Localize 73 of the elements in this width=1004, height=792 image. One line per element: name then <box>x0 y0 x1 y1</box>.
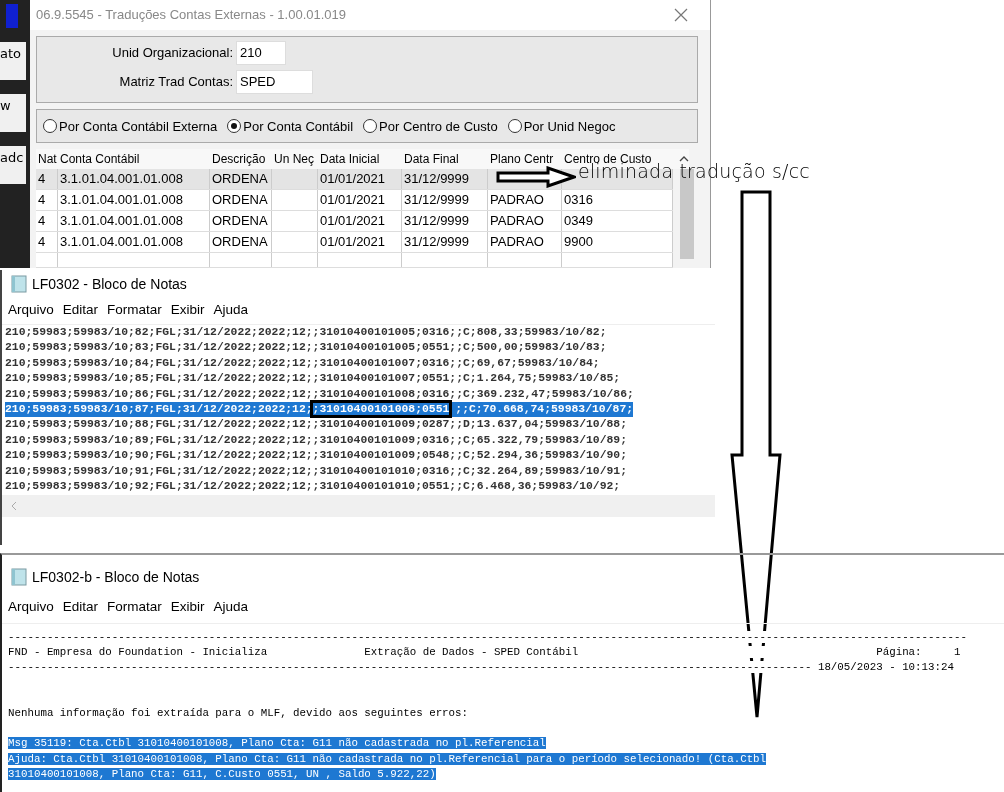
menu-item[interactable]: Ajuda <box>213 302 249 324</box>
column-header[interactable]: Descrição <box>210 149 272 169</box>
window-title: LF0302-b - Bloco de Notas <box>32 569 200 585</box>
text-line: 210;59983;59983/10;82;FGL;31/12/2022;2022;12;;31010400101005;0316;;C;808,33;59983/10/82; <box>5 325 607 340</box>
table-cell: 9900 <box>564 234 593 249</box>
table-cell: 0349 <box>564 213 593 228</box>
table-cell: PADRAO <box>490 192 544 207</box>
menu-item[interactable]: Formatar <box>107 302 162 324</box>
table-cell: 4 <box>38 234 46 249</box>
column-header[interactable]: Data Inicial <box>318 149 402 169</box>
input-field[interactable]: SPED <box>236 69 313 94</box>
text-line: 210;59983;59983/10;90;FGL;31/12/2022;2022;12;;31010400101009;0548;;C;52.294,36;59983/10/90; <box>5 448 628 464</box>
table-cell: 01/01/2021 <box>320 192 386 207</box>
column-header[interactable]: Data Final <box>402 149 488 169</box>
notepad-icon <box>10 275 28 293</box>
table-cell: 01/01/2021 <box>320 171 386 186</box>
radio-option[interactable]: Por Conta Contábil Externa <box>43 118 218 134</box>
column-header[interactable]: Nat <box>36 149 58 169</box>
text-line: 210;59983;59983/10;88;FGL;31/12/2022;2022;12;;31010400101009;0287;;D;13.637,04;59983/10/88; <box>5 417 628 433</box>
table-cell: ORDENA <box>212 234 268 249</box>
text-line: 210;59983;59983/10;86;FGL;31/12/2022;2022;12;;31010400101008;0316;;C;369.232,47;59983/10/86; <box>5 386 634 402</box>
radio-option[interactable]: Por Centro de Custo <box>363 118 498 134</box>
background-window-text: adc <box>0 146 26 184</box>
menu-item[interactable]: Exibir <box>170 599 205 623</box>
table-cell: PADRAO <box>490 234 544 249</box>
text-line: 210;59983;59983/10;89;FGL;31/12/2022;2022;12;;31010400101009;0316;;C;65.322,79;59983/10/89; <box>5 432 628 448</box>
scroll-left-icon[interactable] <box>10 501 18 511</box>
table-cell: 0316 <box>564 192 593 207</box>
input-field[interactable]: 210 <box>236 40 286 65</box>
column-header[interactable]: Un Neç <box>272 149 318 169</box>
menu-item[interactable]: Arquivo <box>8 599 54 623</box>
close-icon[interactable] <box>674 7 688 22</box>
background-window-text: w <box>0 94 26 132</box>
text-line: 210;59983;59983/10;84;FGL;31/12/2022;2022;12;;31010400101007;0316;;C;69,67;59983/10/84; <box>5 355 600 371</box>
annotation-box: ;31010400101008;0551 <box>312 403 450 416</box>
column-header[interactable]: Plano Centr <box>488 149 562 169</box>
radio-option[interactable]: Por Unid Negoc <box>507 118 616 134</box>
table-cell: ORDENA <box>212 213 268 228</box>
table-cell: 31/12/9999 <box>404 171 470 186</box>
table-cell: 3.1.01.04.001.01.008 <box>60 171 183 186</box>
window-title: 06.9.5545 - Traduções Contas Externas - 1.00.01.019 <box>36 7 347 23</box>
menu-item[interactable]: Formatar <box>107 599 162 623</box>
menu-item[interactable]: Editar <box>62 599 99 623</box>
scroll-up-icon[interactable] <box>679 155 689 163</box>
table-cell: 3.1.01.04.001.01.008 <box>60 234 183 249</box>
window-title: LF0302 - Bloco de Notas <box>32 276 187 292</box>
menu-item[interactable]: Exibir <box>170 302 205 324</box>
table-cell: 01/01/2021 <box>320 213 386 228</box>
table-cell: 3.1.01.04.001.01.008 <box>60 192 183 207</box>
table-cell: PADRAO <box>490 213 544 228</box>
table-cell: 4 <box>38 213 46 228</box>
column-header[interactable]: Conta Contábil <box>58 149 210 169</box>
text-line: 210;59983;59983/10;92;FGL;31/12/2022;2022;12;;31010400101010;0551;;C;6.468,36;59983/10/92; <box>5 479 621 495</box>
menu-item[interactable]: Arquivo <box>8 302 54 324</box>
notepad-icon <box>10 568 28 586</box>
table-cell: 3.1.01.04.001.01.008 <box>60 213 183 228</box>
table-cell: 01/01/2021 <box>320 234 386 249</box>
table-cell: 31/12/9999 <box>404 213 470 228</box>
text-line: 210;59983;59983/10;85;FGL;31/12/2022;2022;12;;31010400101007;0551;;C;1.264,75;59983/10/85; <box>5 371 621 387</box>
field-label: Unid Organizacional: <box>111 45 234 61</box>
table-cell: 31/12/9999 <box>404 234 470 249</box>
field-label: Matriz Trad Contas: <box>118 74 234 90</box>
text-line: 210;59983;59983/10;83;FGL;31/12/2022;2022;12;;31010400101005;0551;;C;500,00;59983/10/83; <box>5 340 607 356</box>
menu-item[interactable]: Ajuda <box>213 599 249 623</box>
table-cell: ORDENA <box>212 192 268 207</box>
radio-option[interactable]: Por Conta Contábil <box>227 118 354 134</box>
background-window-text: ato <box>0 42 26 80</box>
table-cell: 4 <box>38 192 46 207</box>
table-cell: ORDENA <box>212 171 268 186</box>
menu-item[interactable]: Editar <box>62 302 99 324</box>
table-cell: 31/12/9999 <box>404 192 470 207</box>
text-line: 210;59983;59983/10;91;FGL;31/12/2022;2022;12;;31010400101010;0316;;C;32.264,89;59983/10/91; <box>5 463 628 479</box>
table-cell: 4 <box>38 171 46 186</box>
